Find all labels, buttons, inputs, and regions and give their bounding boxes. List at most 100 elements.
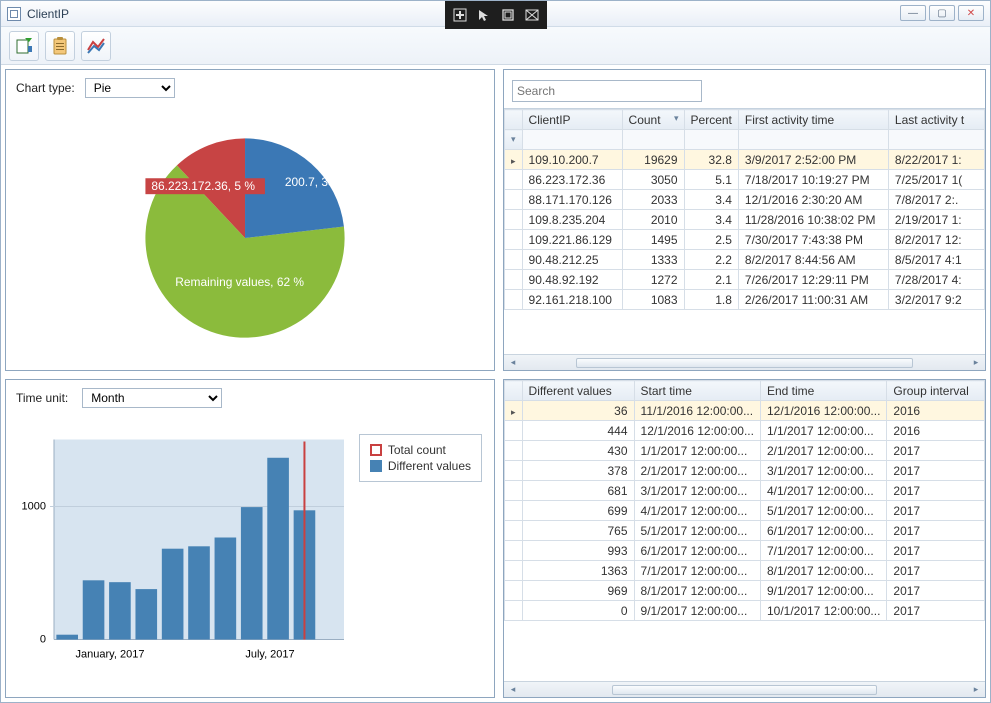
cell-percent: 32.8 (684, 150, 738, 170)
cell-first: 8/2/2017 8:44:56 AM (738, 250, 888, 270)
cell-last: 8/22/2017 1: (888, 150, 984, 170)
cell-count: 1495 (622, 230, 684, 250)
bar (241, 507, 263, 639)
cell-first: 2/26/2017 11:00:31 AM (738, 290, 888, 310)
cell-last: 7/25/2017 1( (888, 170, 984, 190)
ytick-1000: 1000 (22, 501, 46, 513)
cell-last: 7/28/2017 4: (888, 270, 984, 290)
cell-last: 8/5/2017 4:1 (888, 250, 984, 270)
col-diff-values[interactable]: Different values (522, 381, 634, 401)
export-button[interactable] (9, 31, 39, 61)
overlay-add-icon[interactable] (451, 6, 469, 24)
bar (109, 582, 131, 639)
maximize-button[interactable]: ▢ (929, 5, 955, 21)
table-row[interactable]: 6994/1/2017 12:00:00...5/1/2017 12:00:00… (505, 501, 985, 521)
table-row[interactable]: 109.8.235.20420103.411/28/2016 10:38:02 … (505, 210, 985, 230)
cell-last: 2/19/2017 1: (888, 210, 984, 230)
table-row[interactable]: 13637/1/2017 12:00:00...8/1/2017 12:00:0… (505, 561, 985, 581)
time-unit-controls: Time unit: Month (6, 380, 494, 416)
cell-start: 2/1/2017 12:00:00... (634, 461, 760, 481)
scroll-thumb[interactable] (612, 685, 877, 695)
col-count[interactable]: Count (622, 110, 684, 130)
table-row[interactable]: 09/1/2017 12:00:00...10/1/2017 12:00:00.… (505, 601, 985, 621)
overlay-square-icon[interactable] (499, 6, 517, 24)
legend-diff-label: Different values (388, 459, 471, 473)
clipboard-button[interactable] (45, 31, 75, 61)
col-end-time[interactable]: End time (760, 381, 886, 401)
table-row[interactable]: 109.221.86.12914952.57/30/2017 7:43:38 P… (505, 230, 985, 250)
col-last-activity[interactable]: Last activity t (888, 110, 984, 130)
scroll-right-icon[interactable]: ▸ (969, 684, 983, 695)
cell-ip: 88.171.170.126 (522, 190, 622, 210)
table-row[interactable]: 86.223.172.3630505.17/18/2017 10:19:27 P… (505, 170, 985, 190)
table-row[interactable]: 109.10.200.71962932.83/9/2017 2:52:00 PM… (505, 150, 985, 170)
bottom-grid-hscroll[interactable]: ◂ ▸ (504, 681, 985, 697)
overlay-pointer-icon[interactable] (475, 6, 493, 24)
cell-ip: 92.161.218.100 (522, 290, 622, 310)
table-row[interactable]: 90.48.92.19212722.17/26/2017 12:29:11 PM… (505, 270, 985, 290)
time-unit-select[interactable]: Month (82, 388, 222, 408)
bar (83, 580, 105, 639)
cell-gi: 2017 (887, 521, 985, 541)
window-controls: — ▢ ✕ (900, 5, 984, 21)
col-clientip[interactable]: ClientIP (522, 110, 622, 130)
table-row[interactable]: 44412/1/2016 12:00:00...1/1/2017 12:00:0… (505, 421, 985, 441)
cell-ip: 90.48.92.192 (522, 270, 622, 290)
table-row[interactable]: 3611/1/2016 12:00:00...12/1/2016 12:00:0… (505, 401, 985, 421)
row-indicator (505, 521, 523, 541)
ytick-0: 0 (40, 634, 46, 646)
cell-dv: 444 (522, 421, 634, 441)
col-group-interval[interactable]: Group interval (887, 381, 985, 401)
chart-type-label: Chart type: (16, 81, 75, 95)
cell-gi: 2016 (887, 401, 985, 421)
table-row[interactable]: 88.171.170.12620333.412/1/2016 2:30:20 A… (505, 190, 985, 210)
cell-first: 7/30/2017 7:43:38 PM (738, 230, 888, 250)
table-row[interactable]: 4301/1/2017 12:00:00...2/1/2017 12:00:00… (505, 441, 985, 461)
window-title: ClientIP (27, 7, 69, 21)
bar (215, 538, 237, 640)
row-indicator (505, 441, 523, 461)
cell-percent: 2.1 (684, 270, 738, 290)
cell-end: 1/1/2017 12:00:00... (760, 421, 886, 441)
table-row[interactable]: 9698/1/2017 12:00:00...9/1/2017 12:00:00… (505, 581, 985, 601)
table-row[interactable]: 90.48.212.2513332.28/2/2017 8:44:56 AM8/… (505, 250, 985, 270)
scroll-left-icon[interactable]: ◂ (506, 357, 520, 368)
overlay-capture-icon[interactable] (523, 6, 541, 24)
close-button[interactable]: ✕ (958, 5, 984, 21)
cell-ip: 109.221.86.129 (522, 230, 622, 250)
cell-start: 3/1/2017 12:00:00... (634, 481, 760, 501)
cell-first: 12/1/2016 2:30:20 AM (738, 190, 888, 210)
search-input[interactable] (512, 80, 702, 102)
minimize-button[interactable]: — (900, 5, 926, 21)
cell-dv: 765 (522, 521, 634, 541)
table-row[interactable]: 7655/1/2017 12:00:00...6/1/2017 12:00:00… (505, 521, 985, 541)
col-percent[interactable]: Percent (684, 110, 738, 130)
scroll-thumb[interactable] (576, 358, 913, 368)
content-area: Chart type: Pie 200.7, 33 % 86.223.172.3… (1, 65, 990, 702)
scroll-left-icon[interactable]: ◂ (506, 684, 520, 695)
table-row[interactable]: 6813/1/2017 12:00:00...4/1/2017 12:00:00… (505, 481, 985, 501)
col-first-activity[interactable]: First activity time (738, 110, 888, 130)
col-start-time[interactable]: Start time (634, 381, 760, 401)
chart-button[interactable] (81, 31, 111, 61)
scroll-right-icon[interactable]: ▸ (969, 357, 983, 368)
table-row[interactable]: 3782/1/2017 12:00:00...3/1/2017 12:00:00… (505, 461, 985, 481)
row-indicator (505, 561, 523, 581)
bar (188, 546, 210, 639)
row-indicator (505, 250, 523, 270)
cell-end: 9/1/2017 12:00:00... (760, 581, 886, 601)
cell-percent: 2.2 (684, 250, 738, 270)
cell-first: 7/26/2017 12:29:11 PM (738, 270, 888, 290)
table-row[interactable]: 9936/1/2017 12:00:00...7/1/2017 12:00:00… (505, 541, 985, 561)
chart-type-select[interactable]: Pie (85, 78, 175, 98)
cell-start: 11/1/2016 12:00:00... (634, 401, 760, 421)
cell-dv: 969 (522, 581, 634, 601)
row-indicator (505, 581, 523, 601)
table-row[interactable]: 92.161.218.10010831.82/26/2017 11:00:31 … (505, 290, 985, 310)
cell-dv: 430 (522, 441, 634, 461)
cell-end: 12/1/2016 12:00:00... (760, 401, 886, 421)
filter-icon[interactable]: ▾ (505, 130, 523, 150)
chart-type-controls: Chart type: Pie (6, 70, 494, 106)
cell-start: 6/1/2017 12:00:00... (634, 541, 760, 561)
top-grid-hscroll[interactable]: ◂ ▸ (504, 354, 985, 370)
